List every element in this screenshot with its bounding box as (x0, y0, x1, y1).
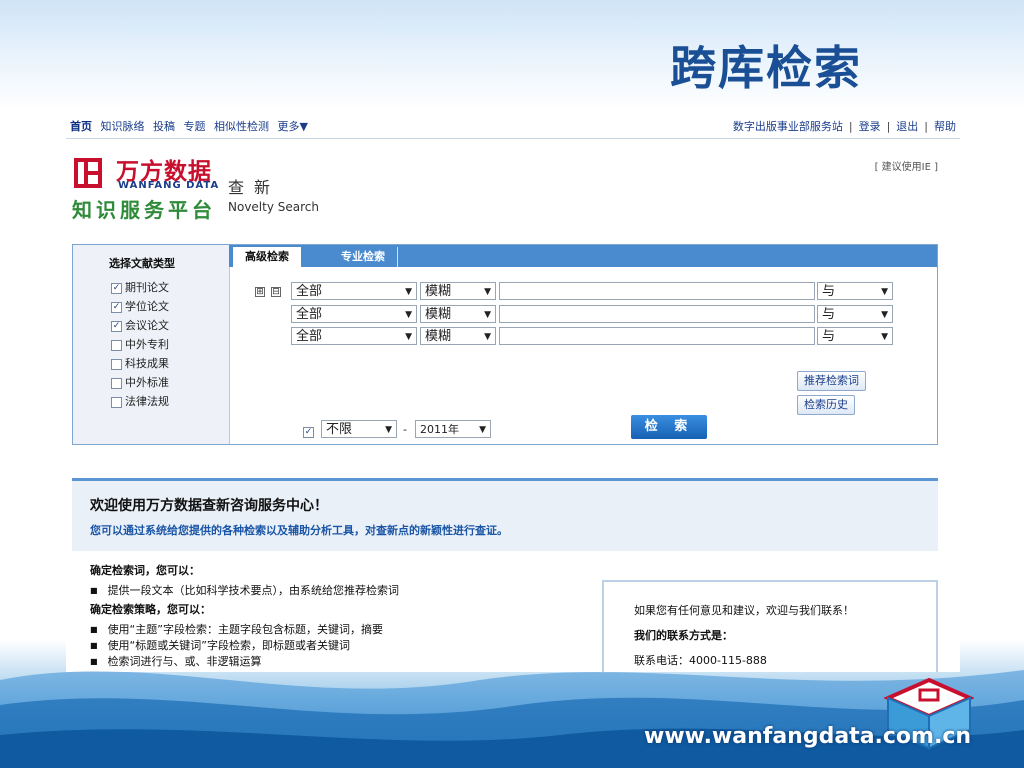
dropdown-arrow-icon: ▼ (479, 425, 486, 435)
checkbox-checked-icon[interactable]: ✓ (111, 301, 122, 313)
date-dash: - (403, 423, 407, 436)
dropdown-arrow-icon: ▼ (484, 287, 491, 297)
checkbox-icon[interactable] (111, 358, 122, 370)
dropdown-arrow-icon: ▼ (881, 310, 888, 320)
dropdown-arrow-icon: ▼ (881, 287, 888, 297)
contact-invite: 如果您有任何意见和建议，欢迎与我们联系！ (634, 604, 854, 617)
checkbox-icon[interactable] (111, 396, 122, 408)
browser-screenshot: 首页 知识脉络 投稿 专题 相似性检测 更多▼ 数字出版事业部服务站 | 登录 | 退出… (66, 110, 960, 672)
dropdown-arrow-icon: ▼ (405, 310, 412, 320)
dropdown-arrow-icon: ▼ (405, 332, 412, 342)
checkbox-checked-icon[interactable]: ✓ (111, 320, 122, 332)
dropdown-arrow-icon: ▼ (405, 287, 412, 297)
match-select-2[interactable]: 模糊 ▼ (420, 305, 496, 323)
nav-home[interactable]: 首页 (70, 120, 92, 133)
doc-type-column: 选择文献类型 ✓ 期刊论文 ✓ 学位论文 ✓ 会议论文 中外专利 科技成果 中外标准 … (73, 245, 230, 444)
nav-item-similarity[interactable]: 相似性检测 (214, 120, 269, 133)
expand-icon[interactable]: ⊞ (255, 287, 265, 297)
search-tabs: 高级检索 专业检索 (229, 245, 937, 267)
checkbox-icon[interactable] (111, 377, 122, 389)
query-input-3[interactable] (499, 327, 815, 345)
search-button[interactable]: 检 索 (631, 415, 707, 439)
contact-heading: 我们的联系方式是： (634, 629, 733, 642)
dropdown-arrow-icon: ▼ (484, 310, 491, 320)
search-panel: 选择文献类型 ✓ 期刊论文 ✓ 学位论文 ✓ 会议论文 中外专利 科技成果 中外标准 … (72, 244, 938, 445)
top-nav: 首页 知识脉络 投稿 专题 相似性检测 更多▼ (70, 118, 313, 134)
nav-item-knowledge[interactable]: 知识脉络 (101, 120, 145, 133)
search-history-button[interactable]: 检索历史 (797, 395, 855, 415)
date-to-select[interactable]: 2011年 ▼ (415, 420, 491, 438)
doc-type-conference[interactable]: ✓ 会议论文 (111, 317, 169, 333)
logic-select-1[interactable]: 与 ▼ (817, 282, 893, 300)
link-logout[interactable]: 退出 (896, 120, 918, 133)
dropdown-arrow-icon: ▼ (881, 332, 888, 342)
doc-type-title: 选择文献类型 (109, 257, 175, 270)
tab-advanced-search[interactable]: 高级检索 (233, 247, 301, 267)
help-heading-terms: 确定检索词，您可以： (90, 564, 200, 577)
checkbox-checked-icon[interactable]: ✓ (111, 282, 122, 294)
link-help[interactable]: 帮助 (934, 120, 956, 133)
collapse-icon[interactable]: ⊟ (271, 287, 281, 297)
logo-en: WANFANG DATA (118, 180, 220, 191)
help-heading-strategy: 确定检索策略，您可以： (90, 603, 211, 616)
slide-title: 跨库检索 (670, 41, 862, 95)
wave-decoration (0, 670, 1024, 768)
divider (66, 138, 960, 139)
match-select-1[interactable]: 模糊 ▼ (420, 282, 496, 300)
nav-item-more[interactable]: 更多▼ (278, 120, 308, 133)
match-select-3[interactable]: 模糊 ▼ (420, 327, 496, 345)
recommend-terms-button[interactable]: 推荐检索词 (797, 371, 866, 391)
doc-type-thesis[interactable]: ✓ 学位论文 (111, 298, 169, 314)
doc-type-journal[interactable]: ✓ 期刊论文 (111, 279, 169, 295)
date-from-select[interactable]: 不限 ▼ (321, 420, 397, 438)
wanfang-logo-icon (74, 158, 102, 188)
query-input-2[interactable] (499, 305, 815, 323)
logic-select-3[interactable]: 与 ▼ (817, 327, 893, 345)
doc-type-patent[interactable]: 中外专利 (111, 336, 169, 352)
top-right-links: 数字出版事业部服务站 | 登录 | 退出 | 帮助 (732, 120, 956, 133)
link-service-station[interactable]: 数字出版事业部服务站 (733, 120, 843, 133)
link-login[interactable]: 登录 (859, 120, 881, 133)
ie-note: [ 建议使用IE ] (874, 162, 938, 173)
logo-subtitle: 知识服务平台 (72, 198, 216, 222)
welcome-banner: 欢迎使用万方数据查新咨询服务中心！ 您可以通过系统给您提供的各种检索以及辅助分析… (72, 478, 938, 551)
doc-type-achievement[interactable]: 科技成果 (111, 355, 169, 371)
date-checkbox-icon[interactable]: ✓ (303, 427, 314, 438)
nav-item-topics[interactable]: 专题 (184, 120, 206, 133)
tab-professional-search[interactable]: 专业检索 (329, 247, 398, 267)
checkbox-icon[interactable] (111, 339, 122, 351)
help-item: 使用“主题”字段检索：主题字段包含标题，关键词，摘要 (90, 621, 383, 637)
field-select-3[interactable]: 全部 ▼ (291, 327, 417, 345)
doc-type-law[interactable]: 法律法规 (111, 393, 169, 409)
website-url: www.wanfangdata.com.cn (644, 724, 972, 749)
field-select-1[interactable]: 全部 ▼ (291, 282, 417, 300)
field-select-2[interactable]: 全部 ▼ (291, 305, 417, 323)
query-input-1[interactable] (499, 282, 815, 300)
welcome-title: 欢迎使用万方数据查新咨询服务中心！ (90, 498, 328, 514)
nav-item-submit[interactable]: 投稿 (153, 120, 175, 133)
dropdown-arrow-icon: ▼ (385, 425, 392, 435)
logic-select-2[interactable]: 与 ▼ (817, 305, 893, 323)
help-item: 提供一段文本（比如科学技术要点），由系统给您推荐检索词 (90, 582, 400, 598)
novelty-en: Novelty Search (228, 200, 319, 214)
welcome-subtitle: 您可以通过系统给您提供的各种检索以及辅助分析工具，对查新点的新颖性进行查证。 (90, 524, 508, 537)
dropdown-arrow-icon: ▼ (484, 332, 491, 342)
doc-type-standard[interactable]: 中外标准 (111, 374, 169, 390)
novelty-cn: 查新 (228, 178, 281, 197)
